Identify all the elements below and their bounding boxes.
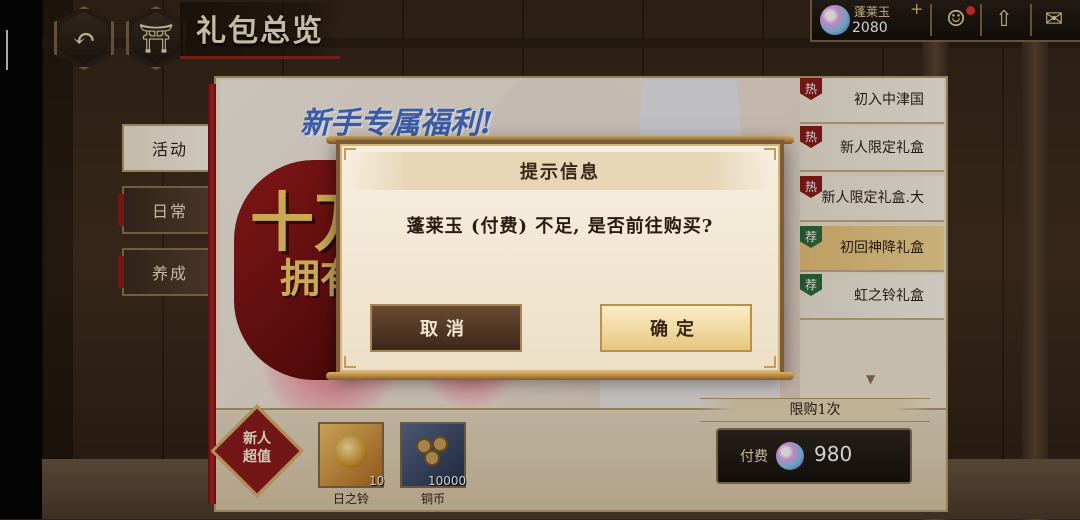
cancel-button[interactable]: 取消 [370, 304, 522, 352]
scroll-rod-bottom [326, 372, 794, 380]
corner-ornament [764, 356, 776, 368]
confirm-button[interactable]: 确定 [600, 304, 752, 352]
dialog-title: 提示信息 [520, 162, 600, 183]
dialog-message: 蓬莱玉 (付费) 不足, 是否前往购买? [406, 216, 714, 237]
corner-ornament [344, 356, 356, 368]
